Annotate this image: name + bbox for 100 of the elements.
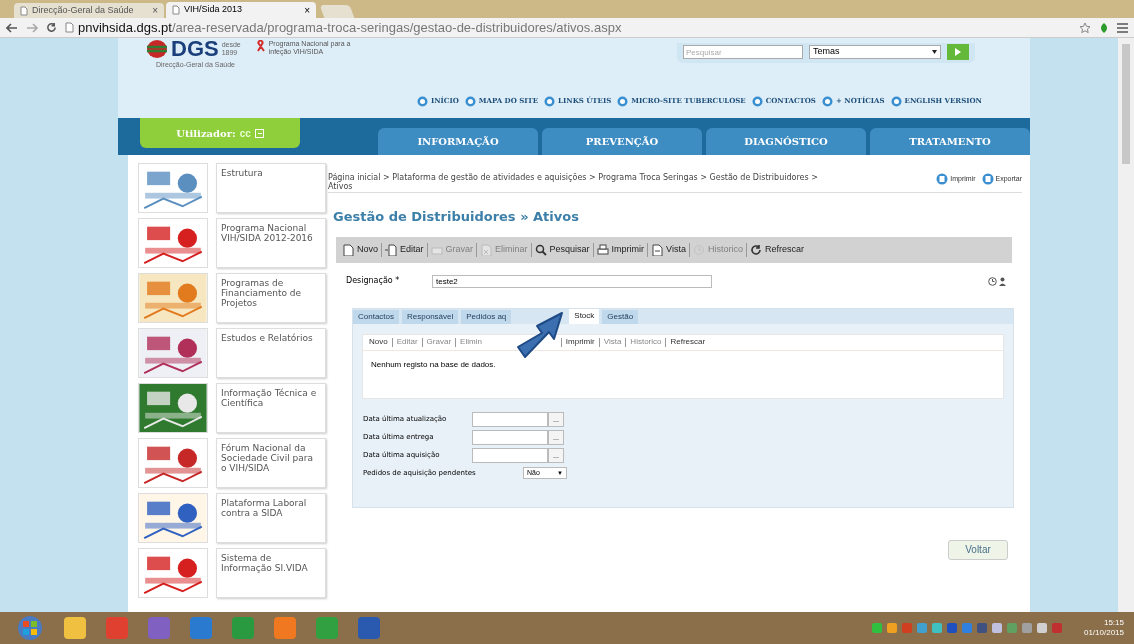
arrow-icon <box>953 47 963 57</box>
go-button[interactable] <box>947 44 969 60</box>
tab[interactable]: Contactos <box>353 309 400 324</box>
app-icon[interactable] <box>274 617 296 639</box>
back-button[interactable]: Voltar <box>948 539 1008 560</box>
breadcrumb: Página inicial > Plataforma de gestão de atividades e aquisições > Programa Troca Seringas > Gestão de Distribuidores > Ativos <box>328 173 819 191</box>
close-icon[interactable]: × <box>152 3 158 18</box>
tray-icon[interactable] <box>1006 623 1017 633</box>
user-icon[interactable] <box>999 276 1006 286</box>
tray-icon[interactable] <box>1051 623 1062 633</box>
tray-icon[interactable] <box>991 623 1002 633</box>
page-title: Gestão de Distribuidores » Ativos <box>333 208 580 226</box>
tray-icon[interactable] <box>886 623 897 633</box>
sidebar-link[interactable]: Programa Nacional VIH/SIDA 2012-2016 <box>216 218 326 268</box>
scrollbar[interactable] <box>1118 38 1134 612</box>
toolbar-button[interactable]: Vista <box>651 242 686 257</box>
tray-icon[interactable] <box>1036 623 1047 633</box>
close-icon[interactable]: × <box>304 2 310 18</box>
leaf-icon[interactable] <box>1099 21 1109 34</box>
clock-date: 01/10/2015 <box>1083 628 1124 638</box>
sidebar-link[interactable]: Plataforma Laboral contra a SIDA <box>216 493 326 543</box>
app-icon[interactable] <box>316 617 338 639</box>
date-field[interactable] <box>472 429 548 445</box>
document-icon <box>342 243 354 256</box>
sidebar-link[interactable]: Programas de Financiamento de Projetos <box>216 273 326 323</box>
forward-icon[interactable] <box>26 22 38 33</box>
ribbon-icon <box>255 40 266 52</box>
user-label: Utilizador: <box>176 126 236 141</box>
app-icon[interactable] <box>148 617 170 639</box>
globe-icon <box>544 95 556 107</box>
clock-time: 15:15 <box>1103 618 1124 628</box>
clock-icon[interactable] <box>988 276 997 286</box>
tray-icon[interactable] <box>1021 623 1032 633</box>
page-icon <box>20 5 28 16</box>
tray-icon[interactable] <box>931 623 942 633</box>
globe-icon <box>821 95 833 107</box>
nav-tab[interactable]: INFORMAÇÃO <box>378 128 538 155</box>
search-field[interactable]: Pesquisar <box>683 45 803 59</box>
app-icon[interactable] <box>106 617 128 639</box>
logo-icon <box>146 39 168 59</box>
app-icon[interactable] <box>232 617 254 639</box>
app-icon[interactable] <box>190 617 212 639</box>
tab[interactable]: Gestão <box>602 309 639 324</box>
sidebar-link[interactable]: Estrutura <box>216 163 326 213</box>
nav-tab[interactable]: PREVENÇÃO <box>542 128 702 155</box>
toolbar-link[interactable]: Novo <box>369 336 388 348</box>
logout-icon[interactable] <box>254 128 264 138</box>
globe-icon <box>890 95 902 107</box>
tab[interactable]: Responsável <box>402 309 459 324</box>
sidebar-link[interactable]: Informação Técnica e Científica <box>216 383 326 433</box>
tray-icon[interactable] <box>976 623 987 633</box>
document-icon <box>651 243 664 256</box>
back-icon[interactable] <box>6 22 18 33</box>
url-text: pnvihsida.dgs.pt/area-reservada/programa-troca-seringas/gestao-de-distribuidores/ativos.aspx <box>78 18 622 37</box>
tray-icon[interactable] <box>871 623 882 633</box>
nav-tab[interactable]: TRATAMENTO <box>870 128 1030 155</box>
caret-icon <box>932 50 937 54</box>
sidebar-link[interactable]: Sistema de Informação SI.VIDA <box>216 548 326 598</box>
document-icon <box>385 243 397 256</box>
date-field[interactable] <box>472 411 548 427</box>
globe-icon <box>751 95 763 107</box>
toolbar-link[interactable]: Refrescar <box>670 336 706 348</box>
tab-title: VIH/Sida 2013 <box>184 3 244 17</box>
toolbar-button[interactable]: Editar <box>385 242 424 257</box>
url-field[interactable]: pnvihsida.dgs.pt/area-reservada/programa-troca-seringas/gestao-de-distribuidores/ativos.aspx <box>65 17 1071 38</box>
tray-icon[interactable] <box>916 623 927 633</box>
tab[interactable]: Pedidos aq <box>461 309 512 324</box>
globe-icon <box>416 95 428 107</box>
toolbar-link[interactable]: Imprimir <box>565 336 595 348</box>
new-tab-button[interactable] <box>319 5 355 18</box>
app-icon[interactable] <box>64 617 86 639</box>
sidebar-link[interactable]: Estudos e Relatórios <box>216 328 326 378</box>
browser-tab[interactable]: VIH/Sida 2013 × <box>166 2 316 18</box>
page-icon <box>172 5 180 15</box>
refresh-icon <box>749 243 762 256</box>
pointer-arrow-drawing <box>516 310 565 359</box>
browser-tab[interactable]: Direcção-Geral da Saúde × <box>14 3 164 18</box>
toolbar-button[interactable]: Pesquisar <box>534 242 590 257</box>
toolbar-button[interactable]: Imprimir <box>596 242 645 257</box>
tray-icon[interactable] <box>946 623 957 633</box>
globe-icon <box>464 95 476 107</box>
menu-icon[interactable] <box>1117 22 1128 33</box>
document-icon <box>480 243 493 256</box>
tab-title: Direcção-Geral da Saúde <box>32 3 135 17</box>
page-icon <box>65 22 74 33</box>
toolbar-button[interactable]: Novo <box>342 242 378 257</box>
empty-message: Nenhum registo na base de dados. <box>371 358 497 371</box>
star-icon[interactable] <box>1079 21 1091 34</box>
field-label: Designação * <box>346 275 401 287</box>
sidebar-link[interactable]: Fórum Nacional da Sociedade Civil para o VIH/SIDA <box>216 438 326 488</box>
tab[interactable]: Stock <box>569 308 600 324</box>
reload-icon[interactable] <box>46 22 57 33</box>
document-icon <box>936 173 949 185</box>
topics-dropdown[interactable]: Temas <box>809 45 941 59</box>
app-icon[interactable] <box>358 617 380 639</box>
nav-tab[interactable]: DIAGNÓSTICO <box>706 128 866 155</box>
search-icon <box>534 243 547 256</box>
toolbar-button[interactable]: Refrescar <box>749 242 804 257</box>
date-field[interactable] <box>472 447 548 463</box>
globe-icon <box>617 95 629 107</box>
